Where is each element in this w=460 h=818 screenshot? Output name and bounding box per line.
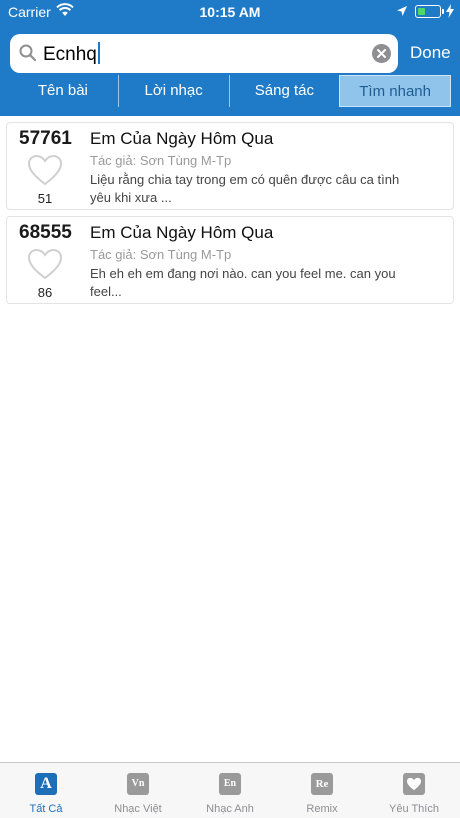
charging-bolt-icon [446,4,454,21]
tab-all[interactable]: A Tất Cả [0,763,92,818]
status-time: 10:15 AM [199,4,261,20]
top-bar: Carrier 10:15 AM Ecnhq Done Tên bài Lời … [0,0,460,116]
tab-english-music[interactable]: En Nhạc Anh [184,763,276,818]
battery-level [417,7,425,15]
en-music-icon: En [219,773,241,795]
heart-icon[interactable] [27,248,63,285]
song-author: Tác giả: Sơn Tùng M-Tp [90,247,232,262]
search-mode-segments: Tên bài Lời nhạc Sáng tác Tìm nhanh [8,75,451,107]
battery-cap [442,9,444,14]
song-id: 57761 [19,128,72,149]
tab-label: Yêu Thích [389,803,439,815]
list-item[interactable]: 68555 86 Em Của Ngày Hôm Qua Tác giả: Sơ… [6,216,454,304]
text-caret [97,42,100,64]
segment-lyrics[interactable]: Lời nhạc [117,75,229,107]
letter-a-icon: A [35,773,57,795]
tab-bar: A Tất Cả Vn Nhạc Việt En Nhạc Anh Re Rem… [0,762,460,818]
heart-icon[interactable] [27,154,63,191]
song-title: Em Của Ngày Hôm Qua [90,223,274,242]
tab-favorites[interactable]: Yêu Thích [368,763,460,818]
like-count: 86 [37,285,53,300]
tab-label: Tất Cả [29,803,63,815]
search-input[interactable]: Ecnhq [43,42,100,66]
done-button[interactable]: Done [410,43,451,63]
search-field[interactable]: Ecnhq [10,34,398,73]
remix-icon: Re [311,773,333,795]
battery-icon [415,5,441,18]
tab-label: Remix [306,803,338,815]
like-count: 51 [37,191,53,206]
segment-composer[interactable]: Sáng tác [228,75,340,107]
song-id: 68555 [19,222,72,243]
favorite-heart-icon [403,773,425,795]
song-lyric-snippet: Eh eh eh em đang nơi nào. can you feel m… [90,266,396,299]
tab-vietnamese-music[interactable]: Vn Nhạc Việt [92,763,184,818]
segment-quick-search[interactable]: Tìm nhanh [339,75,451,107]
song-title: Em Của Ngày Hôm Qua [90,129,274,148]
results-list: 57761 51 Em Của Ngày Hôm Qua Tác giả: Sơ… [6,122,454,310]
song-lyric-snippet: Liệu rằng chia tay trong em có quên được… [90,172,400,205]
search-icon [18,43,38,68]
clear-search-icon[interactable] [372,44,391,63]
list-item[interactable]: 57761 51 Em Của Ngày Hôm Qua Tác giả: Sơ… [6,122,454,210]
vn-music-icon: Vn [127,773,149,795]
tab-label: Nhạc Anh [206,803,254,815]
segment-song-title[interactable]: Tên bài [8,75,118,107]
search-query: Ecnhq [43,44,97,65]
song-author: Tác giả: Sơn Tùng M-Tp [90,153,232,168]
tab-label: Nhạc Việt [114,803,162,815]
location-arrow-icon [396,4,408,20]
status-bar: Carrier 10:15 AM [0,0,460,24]
tab-remix[interactable]: Re Remix [276,763,368,818]
